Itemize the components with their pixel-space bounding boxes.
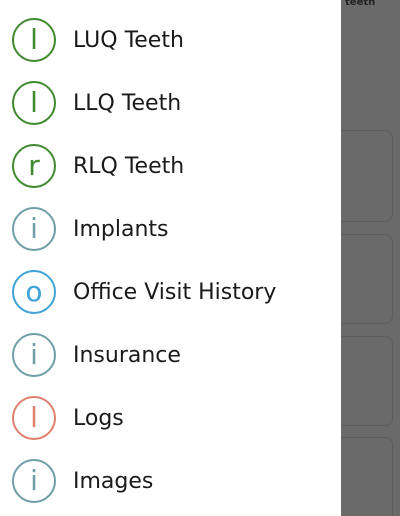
letter-l-icon: l xyxy=(12,18,56,62)
menu-item-insurance[interactable]: i Insurance xyxy=(0,328,341,382)
menu-item-images[interactable]: i Images xyxy=(0,454,341,508)
background-header-text: teeth xyxy=(345,0,376,8)
menu-item-label: Images xyxy=(73,468,154,494)
background-card xyxy=(341,336,393,426)
letter-l-icon: l xyxy=(12,396,56,440)
menu-item-label: LLQ Teeth xyxy=(73,90,182,116)
background-card xyxy=(341,130,393,222)
menu-item-office-visit-history[interactable]: o Office Visit History xyxy=(0,265,341,319)
menu-item-llq-teeth[interactable]: l LLQ Teeth xyxy=(0,76,341,130)
menu-item-label: Office Visit History xyxy=(73,279,277,305)
info-icon: i xyxy=(12,333,56,377)
info-icon: i xyxy=(12,459,56,503)
menu-item-implants[interactable]: i Implants xyxy=(0,202,341,256)
menu-item-label: Insurance xyxy=(73,342,181,368)
menu-item-label: Implants xyxy=(73,216,169,242)
menu-item-label: Logs xyxy=(73,405,124,431)
letter-r-icon: r xyxy=(12,144,56,188)
letter-l-icon: l xyxy=(12,81,56,125)
menu-item-label: RLQ Teeth xyxy=(73,153,185,179)
background-card xyxy=(341,437,393,516)
info-icon: i xyxy=(12,207,56,251)
navigation-drawer: l LUQ Teeth l LLQ Teeth r RLQ Teeth i Im… xyxy=(0,0,341,516)
menu-item-luq-teeth[interactable]: l LUQ Teeth xyxy=(0,13,341,67)
background-card xyxy=(341,234,393,324)
dimmed-background-screen[interactable]: teeth xyxy=(341,0,400,516)
menu-item-logs[interactable]: l Logs xyxy=(0,391,341,445)
menu-item-rlq-teeth[interactable]: r RLQ Teeth xyxy=(0,139,341,193)
letter-o-icon: o xyxy=(12,270,56,314)
menu-item-label: LUQ Teeth xyxy=(73,27,184,53)
